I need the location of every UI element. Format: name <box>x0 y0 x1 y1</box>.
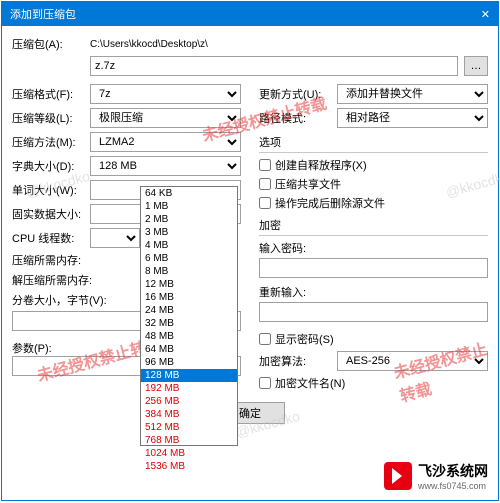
close-icon[interactable]: ✕ <box>481 8 490 21</box>
showpwd-checkbox[interactable] <box>259 333 271 345</box>
dict-option[interactable]: 2 MB <box>141 213 237 226</box>
solid-label: 固实数据大小: <box>12 206 84 222</box>
dict-option[interactable]: 768 MB <box>141 434 237 447</box>
format-select[interactable]: 7z <box>90 84 241 104</box>
dict-option[interactable]: 48 MB <box>141 330 237 343</box>
dict-option[interactable]: 1536 MB <box>141 460 237 473</box>
dict-option[interactable]: 12 MB <box>141 278 237 291</box>
archive-path-label: 压缩包(A): <box>12 36 84 52</box>
share-checkbox[interactable] <box>259 178 271 190</box>
dict-select[interactable]: 128 MB <box>90 156 241 176</box>
level-select[interactable]: 极限压缩 <box>90 108 241 128</box>
method-label: 压缩方法(M): <box>12 134 84 150</box>
logo-en: www.fs0745.com <box>418 481 488 491</box>
cpu-label: CPU 线程数: <box>12 230 84 246</box>
pwd2-input[interactable] <box>259 302 488 322</box>
dict-option[interactable]: 96 MB <box>141 356 237 369</box>
dict-option[interactable]: 192 MB <box>141 382 237 395</box>
browse-button[interactable]: … <box>464 56 488 76</box>
dict-option[interactable]: 128 MB <box>141 369 237 382</box>
dict-option[interactable]: 16 MB <box>141 291 237 304</box>
dict-option[interactable]: 64 MB <box>141 343 237 356</box>
dict-option[interactable]: 6 MB <box>141 252 237 265</box>
archive-path-value: C:\Users\kkocd\Desktop\z\ <box>90 39 488 50</box>
cpu-select[interactable] <box>90 228 140 248</box>
encnames-label: 加密文件名(N) <box>275 375 345 391</box>
dict-option[interactable]: 3 MB <box>141 226 237 239</box>
dict-label: 字典大小(D): <box>12 158 84 174</box>
update-select[interactable]: 添加并替换文件 <box>337 84 488 104</box>
encrypt-header: 加密 <box>259 217 488 236</box>
options-header: 选项 <box>259 134 488 153</box>
pwd1-label: 输入密码: <box>259 240 488 256</box>
delete-checkbox[interactable] <box>259 197 271 209</box>
algo-label: 加密算法: <box>259 353 331 369</box>
sfx-label: 创建自释放程序(X) <box>275 157 367 173</box>
pathmode-label: 路径模式: <box>259 110 331 126</box>
algo-select[interactable]: AES-256 <box>337 351 488 371</box>
method-select[interactable]: LZMA2 <box>90 132 241 152</box>
logo-cn: 飞沙系统网 <box>418 461 488 481</box>
delete-label: 操作完成后删除源文件 <box>275 195 385 211</box>
dict-option[interactable]: 256 MB <box>141 395 237 408</box>
dict-option[interactable]: 384 MB <box>141 408 237 421</box>
dict-option[interactable]: 4 MB <box>141 239 237 252</box>
share-label: 压缩共享文件 <box>275 176 341 192</box>
update-label: 更新方式(U): <box>259 86 331 102</box>
dict-option[interactable]: 64 KB <box>141 187 237 200</box>
showpwd-label: 显示密码(S) <box>275 331 334 347</box>
level-label: 压缩等级(L): <box>12 110 84 126</box>
dict-option[interactable]: 1 MB <box>141 200 237 213</box>
pwd2-label: 重新输入: <box>259 284 488 300</box>
dict-option[interactable]: 512 MB <box>141 421 237 434</box>
archive-file-input[interactable] <box>90 56 458 76</box>
dict-dropdown-list[interactable]: 64 KB1 MB2 MB3 MB4 MB6 MB8 MB12 MB16 MB2… <box>140 186 238 446</box>
window-title: 添加到压缩包 <box>10 6 76 22</box>
format-label: 压缩格式(F): <box>12 86 84 102</box>
site-logo: 飞沙系统网 www.fs0745.com <box>380 457 492 495</box>
dict-option[interactable]: 32 MB <box>141 317 237 330</box>
sfx-checkbox[interactable] <box>259 159 271 171</box>
dict-option[interactable]: 24 MB <box>141 304 237 317</box>
word-label: 单词大小(W): <box>12 182 84 198</box>
pwd1-input[interactable] <box>259 258 488 278</box>
dict-option[interactable]: 1024 MB <box>141 447 237 460</box>
logo-icon <box>384 462 412 490</box>
dict-option[interactable]: 8 MB <box>141 265 237 278</box>
encnames-checkbox[interactable] <box>259 377 271 389</box>
pathmode-select[interactable]: 相对路径 <box>337 108 488 128</box>
